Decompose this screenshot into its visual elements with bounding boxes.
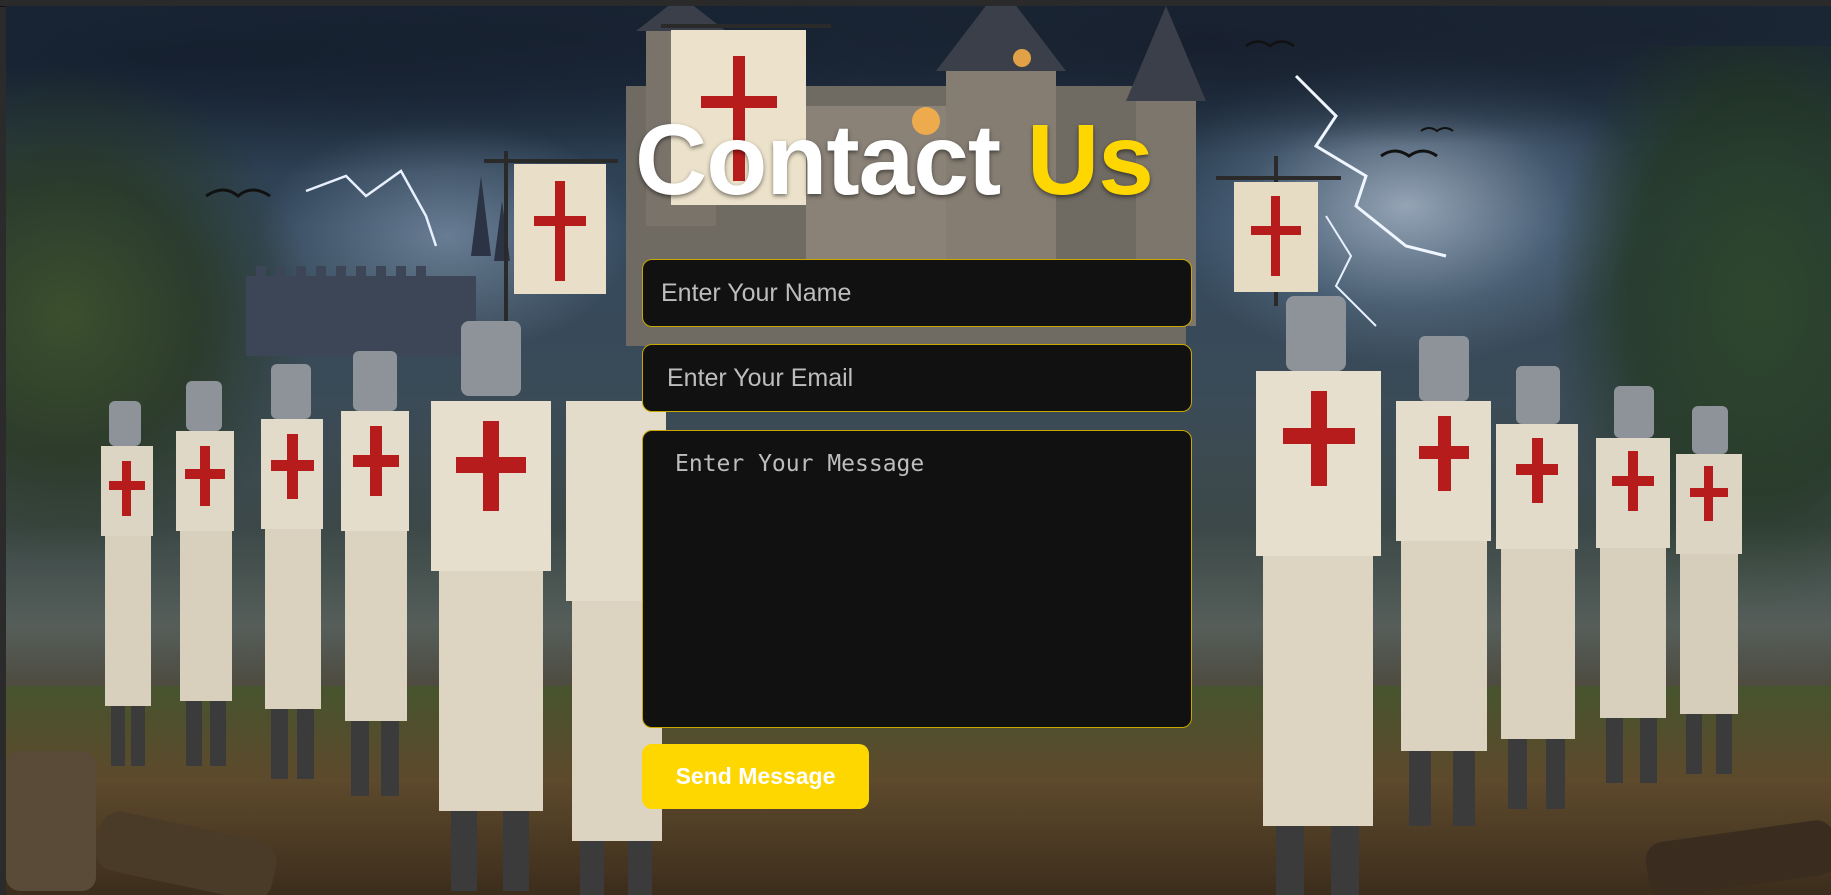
browser-frame: Contact Us Send Message	[0, 0, 1831, 895]
title-accent: Us	[1027, 104, 1154, 216]
message-textarea[interactable]	[642, 430, 1192, 728]
knight-figure	[1396, 336, 1491, 826]
knight-figure	[1596, 386, 1670, 783]
send-message-button[interactable]: Send Message	[642, 744, 869, 809]
knight-figure	[261, 364, 323, 779]
email-input[interactable]	[642, 344, 1192, 412]
name-input[interactable]	[642, 259, 1192, 327]
knight-figure	[101, 401, 153, 766]
page-title: Contact Us	[635, 100, 1154, 220]
knight-figure	[1496, 366, 1578, 809]
knight-figure	[1256, 296, 1381, 895]
log	[95, 811, 277, 895]
knight-figure	[176, 381, 234, 766]
knight-figure	[1676, 406, 1742, 774]
knight-figure	[431, 321, 551, 891]
log	[1645, 820, 1831, 895]
rock	[6, 751, 96, 891]
title-main: Contact	[635, 104, 1001, 216]
knight-figure	[341, 351, 409, 796]
